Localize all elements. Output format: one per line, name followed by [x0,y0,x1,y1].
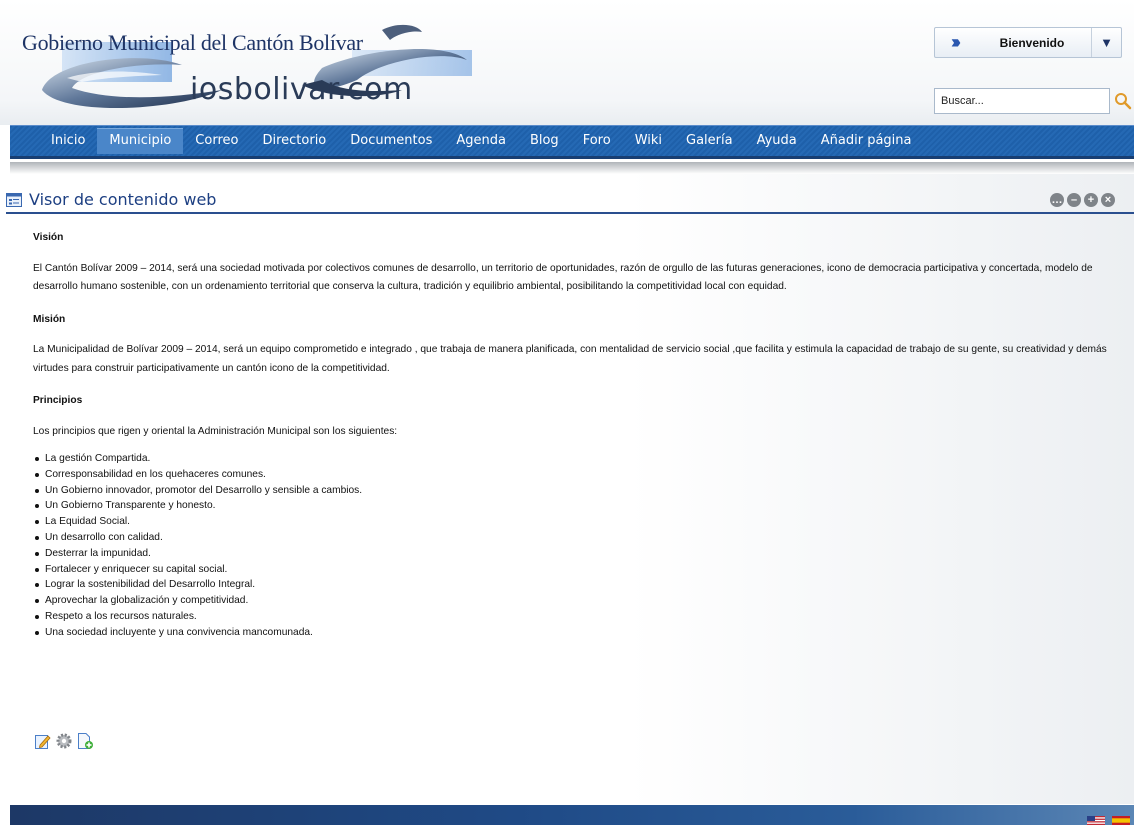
double-chevron-right-icon: ››› [951,32,961,52]
nav-item-correo[interactable]: Correo [183,128,250,154]
list-item: Una sociedad incluyente y una convivenci… [33,625,1123,641]
spanish-flag-icon[interactable] [1112,816,1130,825]
dropdown-arrow-icon[interactable]: ▼ [1091,28,1121,57]
list-item: Fortalecer y enriquecer su capital socia… [33,562,1123,578]
portlet-header: Visor de contenido web … – + × [6,188,1134,214]
list-item: Respeto a los recursos naturales. [33,609,1123,625]
web-content-icon [6,193,22,207]
search-icon [1115,93,1132,110]
search-button[interactable] [1112,88,1134,114]
list-item: Corresponsabilidad en los quehaceres com… [33,467,1123,483]
vision-heading: Visión [33,232,64,243]
maximize-icon[interactable]: + [1084,193,1098,207]
site-title: Gobierno Municipal del Cantón Bolívar [22,30,363,55]
list-item: La Equidad Social. [33,514,1123,530]
configuration-icon[interactable] [55,732,73,750]
minimize-icon[interactable]: – [1067,193,1081,207]
welcome-label: Bienvenido [999,35,1065,50]
nav-item-municipio[interactable]: Municipio [97,128,184,154]
list-item: Un Gobierno Transparente y honesto. [33,498,1123,514]
vision-text: El Cantón Bolívar 2009 – 2014, será una … [33,262,1093,293]
nav-item-galeria[interactable]: Galería [674,128,745,154]
main-navigation: Inicio Municipio Correo Directorio Docum… [10,125,1134,159]
nav-item-anadir-pagina[interactable]: Añadir página [809,128,924,154]
nav-item-ayuda[interactable]: Ayuda [745,128,809,154]
options-icon[interactable]: … [1050,193,1064,207]
english-flag-icon[interactable] [1087,816,1105,825]
list-item: Lograr la sostenibilidad del Desarrollo … [33,577,1123,593]
mision-text: La Municipalidad de Bolívar 2009 – 2014,… [33,344,1107,374]
list-item: Un desarrollo con calidad. [33,530,1123,546]
nav-item-agenda[interactable]: Agenda [444,128,518,154]
nav-item-inicio[interactable]: Inicio [39,128,97,154]
list-item: Desterrar la impunidad. [33,546,1123,562]
principles-list: La gestión Compartida. Corresponsabilida… [33,451,1123,641]
content-actions [34,732,94,750]
mision-heading: Misión [33,313,66,325]
list-item: La gestión Compartida. [33,451,1123,467]
close-icon[interactable]: × [1101,193,1115,207]
welcome-menu[interactable]: ››› Bienvenido ▼ [934,27,1122,58]
list-item: Un Gobierno innovador, promotor del Desa… [33,483,1123,499]
nav-shadow [10,162,1134,174]
nav-item-documentos[interactable]: Documentos [338,128,444,154]
nav-item-foro[interactable]: Foro [571,128,623,154]
search-input[interactable] [934,88,1110,114]
nav-item-wiki[interactable]: Wiki [623,128,674,154]
principios-heading: Principios [33,395,83,406]
add-page-icon[interactable] [76,732,94,750]
site-header: Gobierno Municipal del Cantón Bolívar io… [0,0,1134,125]
logo-text[interactable]: iosbolivar.com [190,72,413,107]
footer-bar [10,805,1134,825]
list-item: Aprovechar la globalización y competitiv… [33,593,1123,609]
portlet-title: Visor de contenido web [29,190,217,209]
nav-item-directorio[interactable]: Directorio [250,128,338,154]
nav-item-blog[interactable]: Blog [518,128,571,154]
web-content-body: Visión El Cantón Bolívar 2009 – 2014, se… [33,229,1123,641]
principios-intro: Los principios que rigen y oriental la A… [33,425,398,437]
edit-icon[interactable] [34,732,52,750]
